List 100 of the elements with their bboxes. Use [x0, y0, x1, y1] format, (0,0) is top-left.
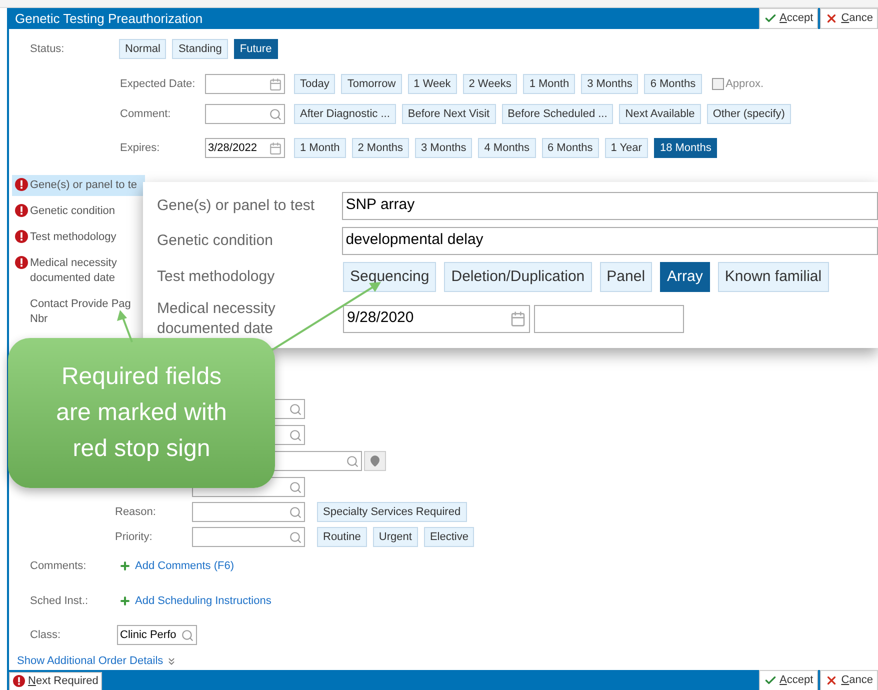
calendar-icon	[269, 78, 282, 90]
option-button[interactable]: 1 Week	[408, 74, 457, 94]
option-button[interactable]: Specialty Services Required	[317, 502, 467, 522]
option-button[interactable]: 3 Months	[581, 74, 638, 94]
option-button[interactable]: 1 Month	[523, 74, 576, 94]
callout-text: Required fields are marked with red stop sign	[55, 362, 228, 464]
option-button[interactable]: Sequencing	[343, 262, 436, 292]
question-label: Gene(s) or panel to te	[30, 178, 138, 193]
search-icon	[289, 480, 302, 494]
option-button[interactable]: 3 Months	[415, 138, 472, 158]
stop-icon	[15, 230, 28, 243]
input-field[interactable]: SNP array	[342, 192, 878, 220]
stop-icon	[13, 675, 25, 687]
search-icon	[289, 428, 302, 442]
add-link[interactable]: Add Comments (F6)	[119, 558, 234, 574]
zoom-label: Medical necessity documented date	[157, 298, 276, 338]
input-field[interactable]: Clinic Perfo	[117, 625, 197, 645]
option-button[interactable]: Next Available	[619, 104, 701, 124]
cancel-button[interactable]: Cance	[820, 8, 878, 29]
stop-icon	[15, 204, 28, 217]
calendar-icon	[269, 142, 282, 154]
question-item[interactable]: Contact Provide Pag Nbr	[12, 294, 145, 330]
location-button[interactable]	[364, 451, 386, 471]
option-button[interactable]: 2 Weeks	[462, 74, 518, 94]
input-field[interactable]: 9/28/2020	[343, 304, 530, 332]
accept-button[interactable]: Accept	[758, 8, 818, 29]
field-label: Sched Inst.:	[30, 594, 90, 608]
input-field[interactable]	[192, 502, 305, 522]
field-label: Expires:	[120, 140, 161, 156]
field-label: Comments:	[30, 559, 88, 574]
search-icon	[269, 108, 282, 120]
option-button[interactable]: 6 Months	[644, 74, 702, 94]
question-item[interactable]: Test methodology	[12, 227, 145, 248]
zoom-label: Genetic condition	[157, 230, 274, 250]
option-button[interactable]: Today	[294, 74, 336, 94]
option-button[interactable]: 1 Year	[604, 138, 648, 158]
input-field[interactable]	[534, 304, 684, 332]
option-button[interactable]: Known familial	[718, 262, 829, 292]
window-title: Genetic Testing Preauthorization	[15, 10, 203, 28]
plus-icon	[119, 560, 131, 572]
next-required-button[interactable]: Next Required	[9, 672, 102, 690]
option-button[interactable]: Before Next Visit	[402, 104, 496, 124]
plus-icon	[119, 594, 131, 607]
close-icon	[825, 12, 838, 25]
search-icon	[289, 402, 302, 416]
option-button[interactable]: Tomorrow	[341, 74, 402, 94]
input-field[interactable]	[205, 74, 285, 94]
cancel-button[interactable]: Cance	[820, 670, 878, 690]
field-label: Class:	[30, 628, 62, 643]
input-field[interactable]	[205, 104, 285, 124]
option-button[interactable]: 4 Months	[478, 138, 536, 158]
option-button[interactable]: After Diagnostic ...	[294, 104, 396, 124]
option-button[interactable]: Urgent	[372, 527, 418, 547]
input-field[interactable]: 3/28/2022	[205, 138, 285, 158]
search-icon	[346, 454, 359, 468]
add-link[interactable]: Add Scheduling Instructions	[119, 592, 272, 609]
field-value: developmental delay	[346, 230, 484, 250]
option-button[interactable]: Panel	[600, 262, 652, 292]
question-label: Genetic condition	[30, 204, 115, 219]
field-value: Clinic Perfo	[120, 628, 176, 643]
checkbox[interactable]	[712, 78, 724, 90]
question-item[interactable]: Genetic condition	[12, 201, 145, 222]
field-value: 9/28/2020	[347, 308, 414, 328]
option-button[interactable]: 6 Months	[542, 138, 599, 158]
option-button[interactable]: Routine	[317, 527, 367, 547]
question-label: Medical necessity documented date	[30, 256, 118, 286]
option-button[interactable]: Other (specify)	[706, 104, 791, 124]
field-value: 3/28/2022	[208, 140, 257, 156]
question-label: Contact Provide Pag	[30, 297, 131, 312]
question-item[interactable]: Medical necessity documented date	[12, 253, 145, 289]
field-label: Expected Date:	[120, 76, 196, 92]
option-button[interactable]: Standing	[172, 39, 228, 59]
option-button[interactable]: Future	[234, 39, 278, 59]
option-button[interactable]: 1 Month	[294, 138, 346, 158]
pin-icon	[369, 455, 381, 467]
search-icon	[289, 506, 302, 518]
option-button[interactable]: Before Scheduled ...	[502, 104, 614, 124]
input-field[interactable]: developmental delay	[342, 226, 878, 254]
option-button[interactable]: 18 Months	[654, 138, 718, 158]
option-button[interactable]: 2 Months	[352, 138, 409, 158]
option-button[interactable]: Deletion/Duplication	[444, 262, 592, 292]
search-icon	[181, 628, 194, 642]
check-icon	[764, 674, 777, 686]
close-icon	[825, 674, 838, 686]
accept-button[interactable]: Accept	[758, 670, 818, 690]
zoom-label: Test methodology	[157, 266, 276, 286]
option-button[interactable]: Normal	[119, 39, 166, 59]
stop-icon	[15, 256, 28, 269]
option-button[interactable]: Array	[660, 262, 710, 292]
field-label: Status:	[30, 42, 66, 57]
checkbox-label: Approx.	[726, 76, 764, 92]
option-button[interactable]: Elective	[424, 527, 474, 547]
field-value: SNP array	[346, 195, 415, 216]
show-details-link[interactable]: Show Additional Order Details	[17, 653, 178, 670]
arrow	[117, 310, 133, 342]
check-icon	[764, 12, 777, 25]
question-item[interactable]: Gene(s) or panel to te	[12, 175, 145, 196]
question-label: Nbr	[30, 312, 48, 327]
input-field[interactable]	[192, 527, 305, 547]
zoom-label: Gene(s) or panel to test	[157, 196, 316, 216]
